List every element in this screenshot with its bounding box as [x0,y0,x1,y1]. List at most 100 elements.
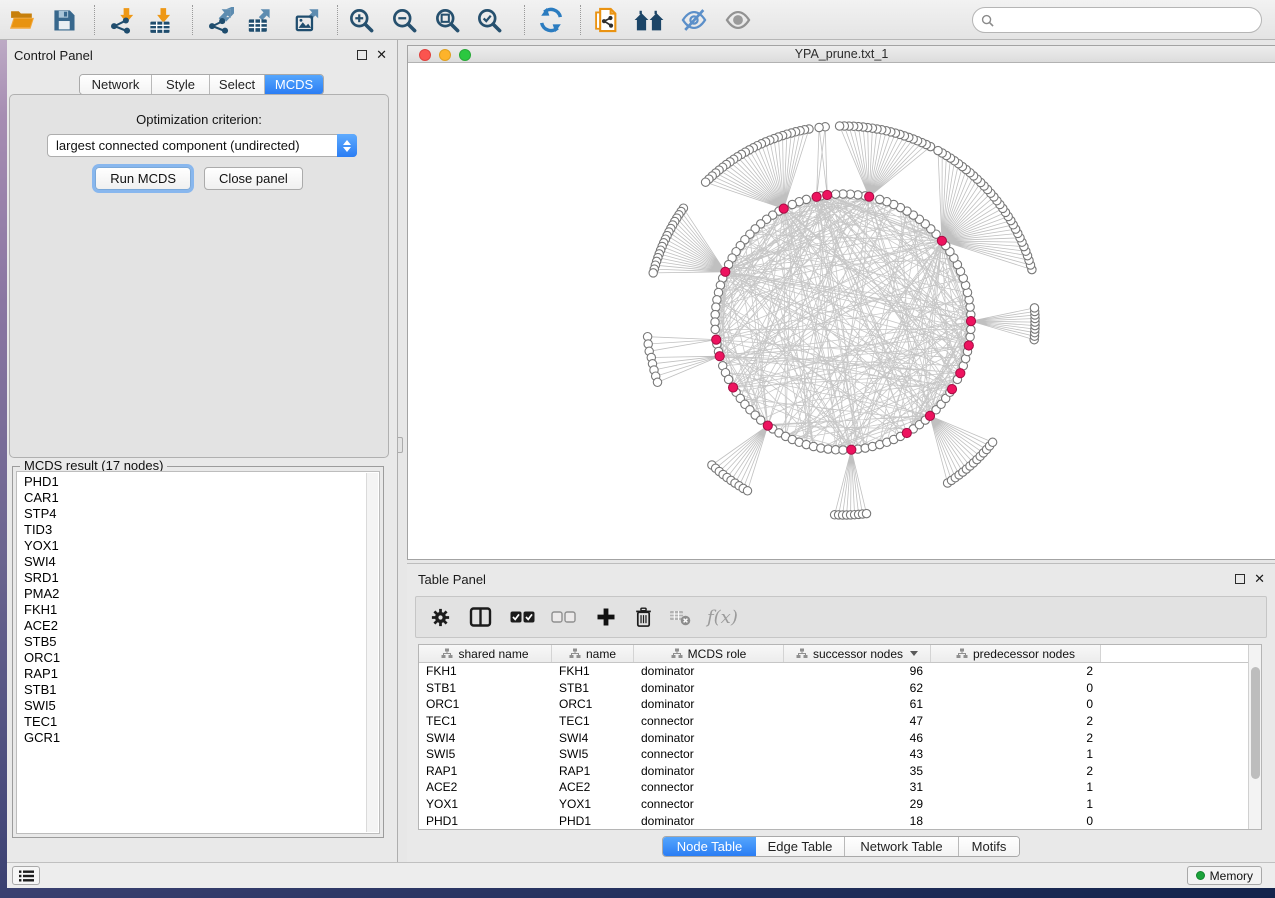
table-cell[interactable]: dominator [634,664,784,678]
show-columns-icon[interactable] [469,607,492,627]
table-cell[interactable]: PHD1 [552,814,634,828]
network-canvas[interactable] [408,63,1275,559]
column-header-MCDS-role[interactable]: MCDS role [634,645,784,662]
run-mcds-button[interactable]: Run MCDS [95,167,191,190]
network-from-selection-icon[interactable] [589,3,623,37]
table-cell[interactable]: connector [634,714,784,728]
criterion-dropdown[interactable]: largest connected component (undirected) [47,134,357,157]
table-cell[interactable]: TEC1 [552,714,634,728]
import-table-icon[interactable] [143,3,177,37]
column-header-shared-name[interactable]: shared name [419,645,552,662]
zoom-fit-icon[interactable] [430,3,464,37]
table-row[interactable]: STB1STB1dominator620 [419,680,1261,697]
scrollbar-thumb[interactable] [1251,667,1260,779]
table-cell[interactable]: 31 [784,780,931,794]
mcds-result-item[interactable]: TEC1 [17,714,379,730]
table-cell[interactable]: TEC1 [419,714,552,728]
table-cell[interactable]: 47 [784,714,931,728]
table-row[interactable]: SWI4SWI4dominator462 [419,729,1261,746]
table-cell[interactable]: SWI4 [552,731,634,745]
table-cell[interactable]: connector [634,797,784,811]
table-row[interactable]: RAP1RAP1dominator352 [419,763,1261,780]
float-table-panel-icon[interactable] [1235,574,1245,584]
show-all-hidden-icon[interactable] [721,3,755,37]
tab-style[interactable]: Style [152,75,210,94]
table-cell[interactable]: FKH1 [552,664,634,678]
add-column-icon[interactable] [596,607,616,627]
close-panel-button[interactable]: Close panel [204,167,303,190]
table-row[interactable]: PHD1PHD1dominator180 [419,812,1261,829]
float-window-icon[interactable] [357,50,367,60]
export-network-icon[interactable] [203,3,237,37]
table-cell[interactable]: 1 [931,747,1101,761]
mcds-result-item[interactable]: CAR1 [17,490,379,506]
search-input[interactable] [999,10,1261,30]
table-mode-gear-icon[interactable] [430,607,451,628]
table-row[interactable]: YOX1YOX1connector291 [419,796,1261,813]
table-cell[interactable]: dominator [634,681,784,695]
table-row[interactable]: SWI5SWI5connector431 [419,746,1261,763]
table-cell[interactable]: STB1 [419,681,552,695]
table-cell[interactable]: STB1 [552,681,634,695]
table-cell[interactable]: 0 [931,814,1101,828]
zoom-out-icon[interactable] [387,3,421,37]
table-cell[interactable]: ORC1 [419,697,552,711]
table-cell[interactable]: 1 [931,780,1101,794]
network-window-titlebar[interactable]: YPA_prune.txt_1 [408,46,1275,63]
mcds-result-item[interactable]: STB5 [17,634,379,650]
mcds-result-item[interactable]: PMA2 [17,586,379,602]
mcds-result-item[interactable]: STB1 [17,682,379,698]
table-cell[interactable]: 46 [784,731,931,745]
zoom-in-icon[interactable] [344,3,378,37]
table-cell[interactable]: RAP1 [419,764,552,778]
export-image-icon[interactable] [290,3,324,37]
search-field[interactable] [972,7,1262,33]
table-cell[interactable]: ACE2 [552,780,634,794]
table-cell[interactable]: 43 [784,747,931,761]
table-cell[interactable]: 0 [931,697,1101,711]
column-header-name[interactable]: name [552,645,634,662]
mcds-result-item[interactable]: FKH1 [17,602,379,618]
table-row[interactable]: ACE2ACE2connector311 [419,779,1261,796]
mcds-result-item[interactable]: RAP1 [17,666,379,682]
export-table-icon[interactable] [242,3,276,37]
tab-network-table[interactable]: Network Table [845,837,959,856]
save-session-icon[interactable] [47,3,81,37]
table-scrollbar[interactable] [1248,645,1261,829]
import-network-icon[interactable] [105,3,139,37]
table-cell[interactable]: 2 [931,664,1101,678]
delete-column-icon[interactable] [634,607,653,628]
table-cell[interactable]: 18 [784,814,931,828]
function-builder-icon[interactable]: f(x) [707,607,738,628]
table-cell[interactable]: SWI5 [552,747,634,761]
zoom-selected-icon[interactable] [472,3,506,37]
table-cell[interactable]: RAP1 [552,764,634,778]
mcds-result-item[interactable]: ORC1 [17,650,379,666]
select-all-rows-icon[interactable] [510,611,535,623]
tab-select[interactable]: Select [210,75,265,94]
table-cell[interactable]: dominator [634,697,784,711]
list-scrollbar[interactable] [366,473,378,832]
mcds-result-item[interactable]: YOX1 [17,538,379,554]
tab-motifs[interactable]: Motifs [959,837,1019,856]
hide-selected-icon[interactable] [677,3,711,37]
mcds-result-item[interactable]: SWI5 [17,698,379,714]
tab-mcds[interactable]: MCDS [265,75,323,94]
table-row[interactable]: FKH1FKH1dominator962 [419,663,1261,680]
table-cell[interactable]: 2 [931,714,1101,728]
mcds-result-item[interactable]: TID3 [17,522,379,538]
close-panel-icon[interactable]: ✕ [376,47,387,63]
task-history-button[interactable] [12,866,40,885]
table-cell[interactable]: 2 [931,731,1101,745]
deselect-all-rows-icon[interactable] [551,611,576,623]
mcds-result-item[interactable]: PHD1 [17,474,379,490]
table-cell[interactable]: dominator [634,814,784,828]
table-cell[interactable]: PHD1 [419,814,552,828]
column-header-successor-nodes[interactable]: successor nodes [784,645,931,662]
table-cell[interactable]: 61 [784,697,931,711]
delete-table-icon[interactable] [669,607,691,627]
table-cell[interactable]: YOX1 [552,797,634,811]
table-cell[interactable]: YOX1 [419,797,552,811]
table-cell[interactable]: ACE2 [419,780,552,794]
table-cell[interactable]: 1 [931,797,1101,811]
